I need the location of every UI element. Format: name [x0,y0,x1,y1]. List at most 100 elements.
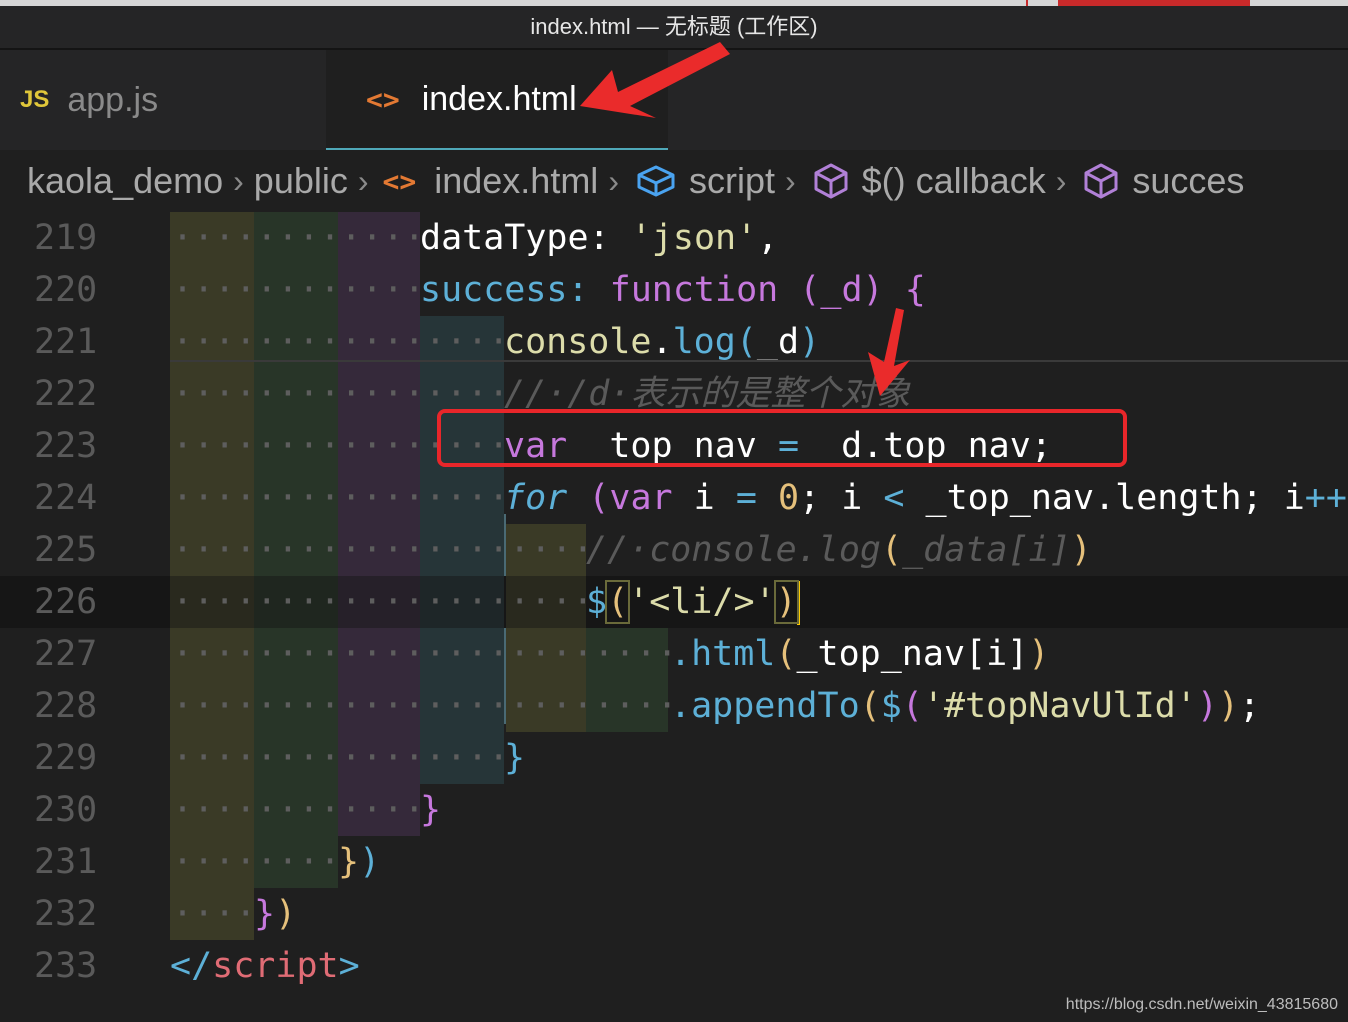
chevron-right-icon: › [1055,162,1067,199]
breadcrumb-label: succes [1132,160,1245,201]
tab-label: app.js [67,80,159,119]
window-title: index.html — 无标题 (工作区) [0,6,1348,50]
tab-index-html[interactable]: <> index.html ✕ [326,50,668,150]
breadcrumb-item-symbol[interactable]: $() callback [806,160,1046,202]
code-token: ( [605,580,631,624]
breadcrumb: kaola_demo › public › <> index.html › sc… [0,150,1348,212]
tab-bar: JS app.js <> index.html ✕ [0,50,1348,150]
code-token: .appendTo [670,686,860,726]
chevron-right-icon: › [357,162,369,199]
code-token: = [714,478,778,518]
line-number: 226 [34,582,98,622]
code-token: _d [756,322,800,362]
whitespace-dots: ···· [172,894,257,934]
line-number: 221 [34,322,98,362]
fold-divider [170,360,1348,362]
html-file-icon: <> [382,164,417,198]
whitespace-dots: ············ [172,218,425,258]
code-text: }) [254,888,296,940]
code-token: , [757,218,779,258]
code-token: ++ [1304,478,1347,518]
code-editor[interactable]: 219 ············ dataType: 'json', 220 ·… [0,212,1348,1022]
whitespace-dots: ············ [172,790,425,830]
code-token: </ [170,946,213,986]
code-token: ( [778,270,821,310]
line-number: 224 [34,478,98,518]
line-number: 225 [34,530,98,570]
code-text: .appendTo($('#topNavUlId')); [670,680,1260,732]
tab-app-js[interactable]: JS app.js [20,50,158,150]
watermark: https://blog.csdn.net/weixin_43815680 [1065,996,1338,1013]
code-token: ( [859,686,881,726]
breadcrumb-item-file[interactable]: <> index.html [379,160,599,202]
code-comment: //·/d·表示的是整个对象 [504,374,911,414]
code-token: function [588,270,779,310]
html-file-icon: <> [366,82,400,116]
code-line: 219 ············ dataType: 'json', [0,212,1348,264]
code-line: 233 </script> [0,940,1348,992]
code-text: } [420,784,441,836]
code-line: 230 ············ } [0,784,1348,836]
code-text: dataType: 'json', [420,212,778,264]
code-token: } [338,842,360,882]
module-cube-icon [637,165,675,197]
line-number: 220 [34,270,98,310]
line-number: 228 [34,686,98,726]
code-token: ( [735,322,757,362]
whitespace-dots: ···················· [172,582,594,622]
code-token: . [651,322,673,362]
code-text: success: function (_d) { [420,264,926,316]
method-cube-icon [1084,163,1118,199]
chevron-right-icon: › [784,162,796,199]
code-token: dataType: [420,218,610,258]
code-text: //·console.log(_data[i]) [586,524,1092,576]
code-token: _top_nav.length; i [904,478,1305,518]
code-token: ; i [799,478,884,518]
chevron-right-icon: › [233,162,244,199]
code-token: 0 [777,478,800,518]
code-token: } [254,894,276,934]
line-number: 233 [34,946,98,986]
breadcrumb-label: script [688,160,775,201]
line-number: 229 [34,738,98,778]
js-file-icon: JS [20,86,50,113]
whitespace-dots: ···················· [172,530,594,570]
breadcrumb-item-folder[interactable]: public [254,160,348,202]
code-token: ) [1070,530,1092,570]
breadcrumb-item-symbol[interactable]: succes [1076,160,1244,202]
code-text: } [504,732,525,784]
code-line: 229 ················ } [0,732,1348,784]
tab-label: index.html [421,79,577,118]
line-number: 232 [34,894,98,934]
code-token: < [883,478,905,518]
code-line: 231 ········ }) [0,836,1348,888]
code-token: ) [862,270,884,310]
code-token: ) [799,322,821,362]
line-number: 222 [34,374,98,414]
code-line: 225 ···················· //·console.log(… [0,524,1348,576]
code-token: ) [1217,686,1239,726]
code-token: i [672,478,715,518]
code-token: ; [1238,686,1261,726]
breadcrumb-item-folder[interactable]: kaola_demo [27,160,223,202]
code-token: ) [1028,634,1050,674]
code-token: } [420,790,442,830]
code-token: > [338,946,360,986]
code-token: success: [420,270,589,310]
breadcrumb-label: index.html [434,160,599,201]
code-text: </script> [170,940,360,992]
code-token: ) [359,842,381,882]
close-icon[interactable]: ✕ [601,85,621,114]
code-token: ( [567,478,610,518]
text-cursor [796,581,800,625]
code-text: for (var i = 0; i < _top_nav.length; i++… [504,472,1348,524]
code-token: console [504,322,652,362]
breadcrumb-label: $() callback [861,160,1046,201]
code-token: ) [773,580,799,624]
code-text: }) [338,836,380,888]
whitespace-dots: ············ [172,270,425,310]
line-number: 227 [34,634,98,674]
code-line: 220 ············ success: function (_d) … [0,264,1348,316]
code-token: '#topNavUlId' [922,686,1197,726]
breadcrumb-item-symbol[interactable]: script [629,160,775,202]
